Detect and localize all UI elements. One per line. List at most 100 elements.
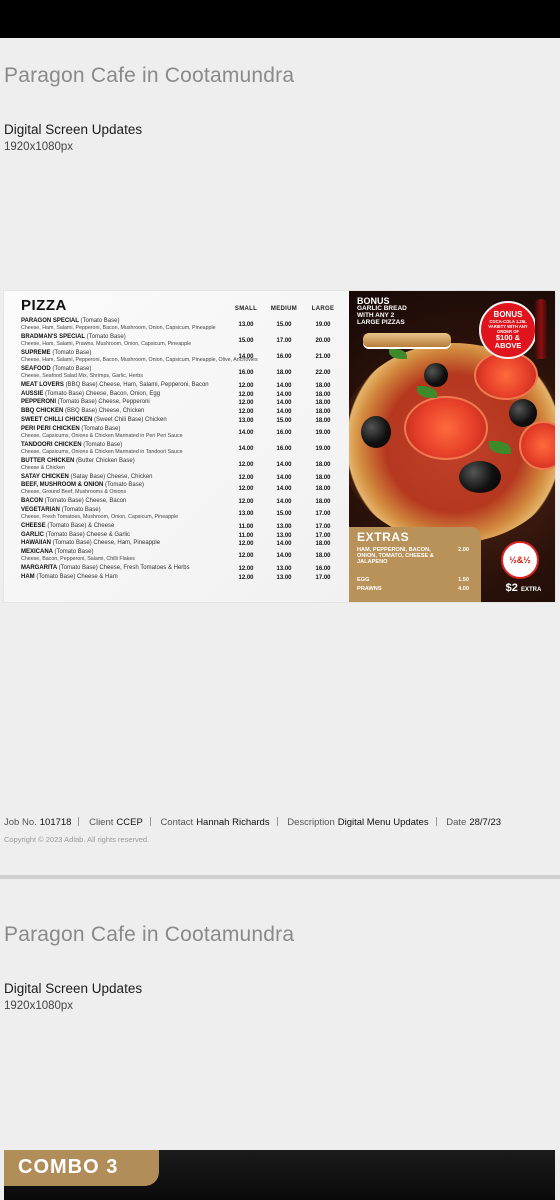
- extras-row: HAM, PEPPERONI, BACON, ONION, TOMATO, CH…: [357, 547, 437, 566]
- menu-item-price: 18.00: [276, 370, 292, 376]
- menu-item-price: 18.00: [315, 417, 331, 424]
- client-label: Client: [89, 817, 114, 828]
- menu-item-price: 15.00: [276, 510, 292, 517]
- menu-item-price: 14.00: [276, 409, 292, 416]
- menu-item-name-wrap: CHEESE (Tomato Base) & Cheese: [21, 523, 114, 529]
- menu-item-name: VEGETARIAN: [21, 506, 60, 513]
- menu-item-price: 18.00: [315, 383, 331, 389]
- menu-item-row: HAM (Tomato Base) Cheese & Ham 12.00 13.00…: [21, 574, 343, 590]
- menu-item-price: 15.00: [276, 322, 292, 328]
- garlic-bread-image: [363, 333, 451, 347]
- job-value: 101718: [39, 817, 72, 828]
- job-meta: Job No. 101718 Client CCEP Contact Hannah R…: [4, 817, 501, 828]
- menu-item-price: 12.00: [238, 400, 254, 407]
- promo-panel: BONUS GARLIC BREAD WITH ANY 2 LARGE PIZZ…: [349, 291, 555, 602]
- bonus-line-2: WITH ANY 2: [357, 312, 395, 319]
- menu-item-price: 14.00: [276, 400, 292, 407]
- menu-item-price: 16.00: [276, 445, 292, 452]
- job-label: Job No.: [4, 817, 37, 828]
- date-value: 28/7/23: [469, 817, 502, 828]
- coke-bottle-image: [535, 299, 547, 359]
- copyright: Copyright © 2023 Adlab. All rights reser…: [4, 835, 150, 844]
- menu-item-name: AUSSIE: [21, 390, 44, 397]
- menu-item-desc: Cheese, Seafood Salad Mix, Shrimps, Garl…: [21, 373, 143, 379]
- menu-item-price: 12.00: [238, 574, 254, 581]
- half-and-half-badge: ½&½: [501, 541, 539, 579]
- menu-item-price: 22.00: [315, 370, 331, 376]
- olive: [509, 399, 537, 427]
- menu-item-name-wrap: SWEET CHILLI CHICKEN (Sweet Chili Base) …: [21, 417, 167, 423]
- menu-item-name: BACON: [21, 498, 43, 505]
- menu-item-name: HAM: [21, 573, 35, 580]
- menu-item-price: 13.00: [238, 417, 254, 424]
- menu-item-row: SUPREME (Tomato Base) Cheese, Ham, Salami…: [21, 350, 343, 366]
- menu-item-name: PARAGON SPECIAL: [21, 318, 79, 324]
- menu-item-name: MEXICANA: [21, 549, 53, 555]
- menu-item-price: 14.00: [276, 499, 292, 506]
- menu-item-name-wrap: MARGARITA (Tomato Base) Cheese, Fresh To…: [21, 565, 190, 571]
- menu-item-price: 12.00: [238, 499, 254, 506]
- menu-item-price: 17.00: [315, 510, 331, 517]
- menu-item-name-wrap: TANDOORI CHICKEN (Tomato Base): [21, 442, 122, 448]
- description-label: Description: [287, 817, 335, 828]
- menu-item-desc: Cheese, Ham, Salami, Pepperoni, Bacon, M…: [21, 357, 258, 363]
- menu-item-name: SEAFOOD: [21, 366, 51, 372]
- menu-item-price: 13.00: [276, 574, 292, 581]
- menu-item-price: 17.00: [315, 532, 331, 539]
- menu-item-price: 19.00: [315, 445, 331, 452]
- menu-item-base: (Tomato Base) Cheese, Pepperoni: [57, 399, 150, 406]
- menu-item-base: (Tomato Base): [86, 334, 126, 340]
- menu-item-row: MEXICANA (Tomato Base) Cheese, Bacon, Pep…: [21, 549, 343, 565]
- menu-item-base: (Tomato Base): [105, 482, 145, 489]
- menu-board-image[interactable]: PIZZA SMALL MEDIUM LARGE PARAGON SPECIAL…: [4, 291, 555, 602]
- extras-label: HAM, PEPPERONI, BACON, ONION, TOMATO, CH…: [357, 547, 434, 566]
- olive: [361, 416, 391, 448]
- status-bar: [0, 0, 560, 38]
- menu-item-price: 16.00: [315, 566, 331, 572]
- menu-item-price: 18.00: [315, 461, 331, 468]
- bonus-badge-above: ABOVE: [494, 341, 522, 350]
- menu-item-name-wrap: VEGETARIAN (Tomato Base): [21, 507, 101, 513]
- menu-item-desc: Cheese, Ground Beef, Mushrooms & Onions: [21, 489, 127, 496]
- tomato-slice: [404, 396, 488, 460]
- menu-item-price: 12.00: [238, 486, 254, 493]
- menu-item-price: 18.00: [315, 541, 331, 548]
- menu-item-price: 18.00: [315, 553, 331, 559]
- project-dimensions: 1920x1080px: [4, 141, 74, 153]
- menu-item-price: 18.00: [315, 400, 331, 407]
- menu-item-row: VEGETARIAN (Tomato Base) Cheese, Fresh To…: [21, 507, 343, 523]
- menu-item-name-wrap: HAM (Tomato Base) Cheese & Ham: [21, 574, 118, 580]
- size-small: SMALL: [234, 306, 258, 312]
- project-title: Paragon Cafe in Cootamundra: [4, 64, 295, 87]
- menu-item-price: 14.00: [276, 461, 292, 468]
- menu-item-desc: Cheese, Capsicums, Onions & Chicken Mari…: [21, 448, 183, 455]
- menu-item-name: MARGARITA: [21, 565, 57, 571]
- extras-price: 1.50: [458, 577, 469, 583]
- menu-item-price: 14.00: [238, 354, 254, 360]
- menu-item-name: CHEESE: [21, 522, 46, 529]
- menu-item-base: (Tomato Base): [52, 350, 92, 356]
- menu-item-row: PERI PERI CHICKEN (Tomato Base) Cheese, C…: [21, 426, 343, 442]
- project-card-2: Paragon Cafe in Cootamundra Digital Scre…: [0, 879, 560, 1200]
- menu-item-price: 20.00: [315, 338, 331, 344]
- menu-item-base: (Tomato Base) Cheese & Garlic: [45, 531, 131, 538]
- combo-board-image[interactable]: COMBO 3: [4, 1150, 555, 1200]
- project-subtitle: Digital Screen Updates: [4, 122, 143, 137]
- menu-item-name: MEAT LOVERS: [21, 382, 64, 388]
- menu-item-price: 11.00: [238, 532, 254, 539]
- menu-item-price: 14.00: [238, 445, 254, 452]
- extras-price: 2.00: [458, 547, 469, 553]
- menu-item-price: 12.00: [238, 553, 254, 559]
- menu-item-price: 14.00: [276, 391, 292, 398]
- menu-item-price: 14.00: [238, 429, 254, 436]
- menu-heading: PIZZA: [21, 297, 67, 314]
- menu-item-name: HAWAIIAN: [21, 540, 51, 547]
- menu-item-name-wrap: SUPREME (Tomato Base): [21, 350, 91, 356]
- menu-item-price: 18.00: [315, 474, 331, 481]
- menu-item-base: (Tomato Base): [83, 441, 123, 448]
- menu-item-base: (Tomato Base): [80, 318, 120, 324]
- bonus-line-1: GARLIC BREAD: [357, 305, 407, 312]
- bonus-badge: BONUS COCA-COLA 1.25L VARIETY WITH ANY O…: [479, 301, 537, 359]
- half-extra-price: $2 EXTRA: [501, 582, 546, 594]
- menu-item-desc: Cheese, Bacon, Pepperoni, Salami, Chilli…: [21, 556, 135, 562]
